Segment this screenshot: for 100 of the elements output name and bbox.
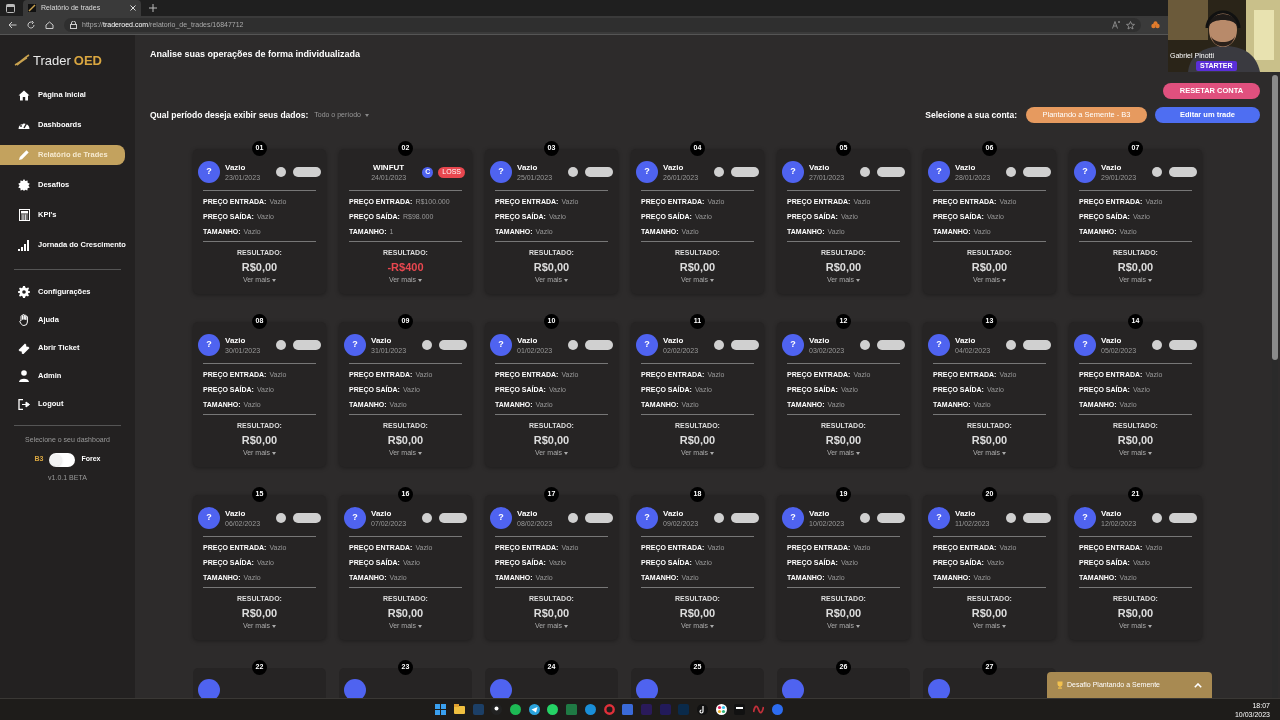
- app-icon: [472, 704, 484, 715]
- app-icon: [659, 704, 671, 715]
- trade-title: Vazio: [663, 162, 685, 173]
- result-value: R$0,00: [240, 607, 279, 620]
- home-icon: [18, 89, 30, 101]
- avatar-icon: ?: [344, 507, 366, 529]
- app-icon: [510, 704, 522, 715]
- placeholder-pill: [439, 340, 467, 350]
- caret-icon: [710, 278, 715, 282]
- trade-title: Vazio: [1101, 335, 1123, 346]
- result-value: R$0,00: [970, 607, 1009, 620]
- avatar-icon: ?: [782, 161, 804, 183]
- placeholder-pill: [585, 340, 613, 350]
- caret-icon: [856, 451, 861, 455]
- avatar-icon: [928, 679, 950, 698]
- result-value: R$0,00: [678, 261, 717, 274]
- avatar-icon: ?: [928, 507, 950, 529]
- trade-title: Vazio: [955, 162, 977, 173]
- trade-title: Vazio: [517, 162, 539, 173]
- app-icon: [640, 704, 652, 715]
- ring-icon: [603, 704, 615, 715]
- caret-icon: [272, 451, 277, 455]
- placeholder-pill: [731, 513, 759, 523]
- badge-icon: [18, 179, 30, 191]
- dashboard-toggle[interactable]: [49, 452, 76, 467]
- trade-title: Vazio: [225, 162, 247, 173]
- folder-icon: [454, 704, 465, 715]
- result-value: R$0,00: [1116, 607, 1155, 620]
- tab-actions-icon: [6, 3, 15, 13]
- result-value: R$0,00: [532, 607, 571, 620]
- caret-icon: [418, 278, 423, 282]
- avatar-icon: ?: [490, 507, 512, 529]
- lock-icon: [70, 21, 77, 29]
- trade-title: Vazio: [809, 508, 831, 519]
- ticket-icon: [18, 342, 30, 354]
- trade-title: Vazio: [809, 335, 831, 346]
- caret-icon: [856, 278, 861, 282]
- result-value: R$0,00: [240, 261, 279, 274]
- app-icon: [584, 704, 596, 715]
- app-icon: [734, 704, 746, 715]
- caret-icon: [1002, 278, 1007, 282]
- trade-title: WINFUT: [373, 162, 405, 173]
- settings-icon: [18, 286, 30, 298]
- avatar-icon: ?: [636, 507, 658, 529]
- result-value: R$0,00: [532, 434, 571, 447]
- trade-title: Vazio: [225, 508, 247, 519]
- paper-plane-icon: [528, 704, 540, 715]
- scrollbar-thumb[interactable]: [1272, 75, 1278, 360]
- caret-icon: [1148, 451, 1153, 455]
- caret-icon: [1148, 278, 1153, 282]
- new-tab-icon: [149, 4, 157, 12]
- site-favicon-icon: [28, 4, 36, 12]
- caret-icon: [272, 624, 277, 628]
- chevron-up-icon: [1194, 682, 1202, 688]
- trade-title: Vazio: [517, 335, 539, 346]
- extension-icon: [1151, 21, 1160, 29]
- avatar-icon: ?: [636, 334, 658, 356]
- trophy-icon: [1057, 681, 1063, 689]
- avatar-icon: ?: [928, 161, 950, 183]
- trade-title: Vazio: [225, 335, 247, 346]
- result-value: R$0,00: [970, 434, 1009, 447]
- page-title: Analise suas operações de forma individualizada: [150, 48, 361, 60]
- result-value: R$0,00: [824, 607, 863, 620]
- app-icon: [566, 704, 578, 715]
- wave-icon: [753, 704, 764, 715]
- caret-icon: [564, 624, 569, 628]
- avatar-icon: [344, 679, 366, 698]
- chat-icon: [547, 704, 559, 715]
- trade-title: Vazio: [517, 508, 539, 519]
- placeholder-pill: [877, 513, 905, 523]
- caret-icon: [1148, 624, 1153, 628]
- result-value: R$0,00: [824, 261, 863, 274]
- placeholder-pill: [1023, 167, 1051, 177]
- avatar-icon: [636, 679, 658, 698]
- caret-icon: [272, 278, 277, 282]
- app-icon: [771, 704, 783, 715]
- favorite-icon: [1126, 20, 1135, 30]
- avatar-icon: [782, 679, 804, 698]
- placeholder-pill: [1169, 513, 1197, 523]
- placeholder-pill: [1023, 340, 1051, 350]
- placeholder-pill: [1023, 513, 1051, 523]
- signal-bars-icon: [18, 239, 30, 251]
- avatar-icon: ?: [1074, 161, 1096, 183]
- caret-icon: [364, 113, 369, 117]
- caret-icon: [710, 451, 715, 455]
- trade-title: Vazio: [663, 508, 685, 519]
- result-value: R$0,00: [240, 434, 279, 447]
- result-value: R$0,00: [678, 607, 717, 620]
- trade-title: Vazio: [955, 335, 977, 346]
- caret-icon: [856, 624, 861, 628]
- result-value: R$0,00: [1116, 434, 1155, 447]
- avatar-icon: [198, 679, 220, 698]
- swoosh-icon: [14, 54, 30, 66]
- avatar-icon: ?: [198, 507, 220, 529]
- trade-title: Vazio: [1101, 162, 1123, 173]
- placeholder-pill: [585, 513, 613, 523]
- avatar-icon: ?: [198, 161, 220, 183]
- person-icon: [18, 370, 30, 382]
- placeholder-pill: [731, 340, 759, 350]
- placeholder-pill: [1169, 340, 1197, 350]
